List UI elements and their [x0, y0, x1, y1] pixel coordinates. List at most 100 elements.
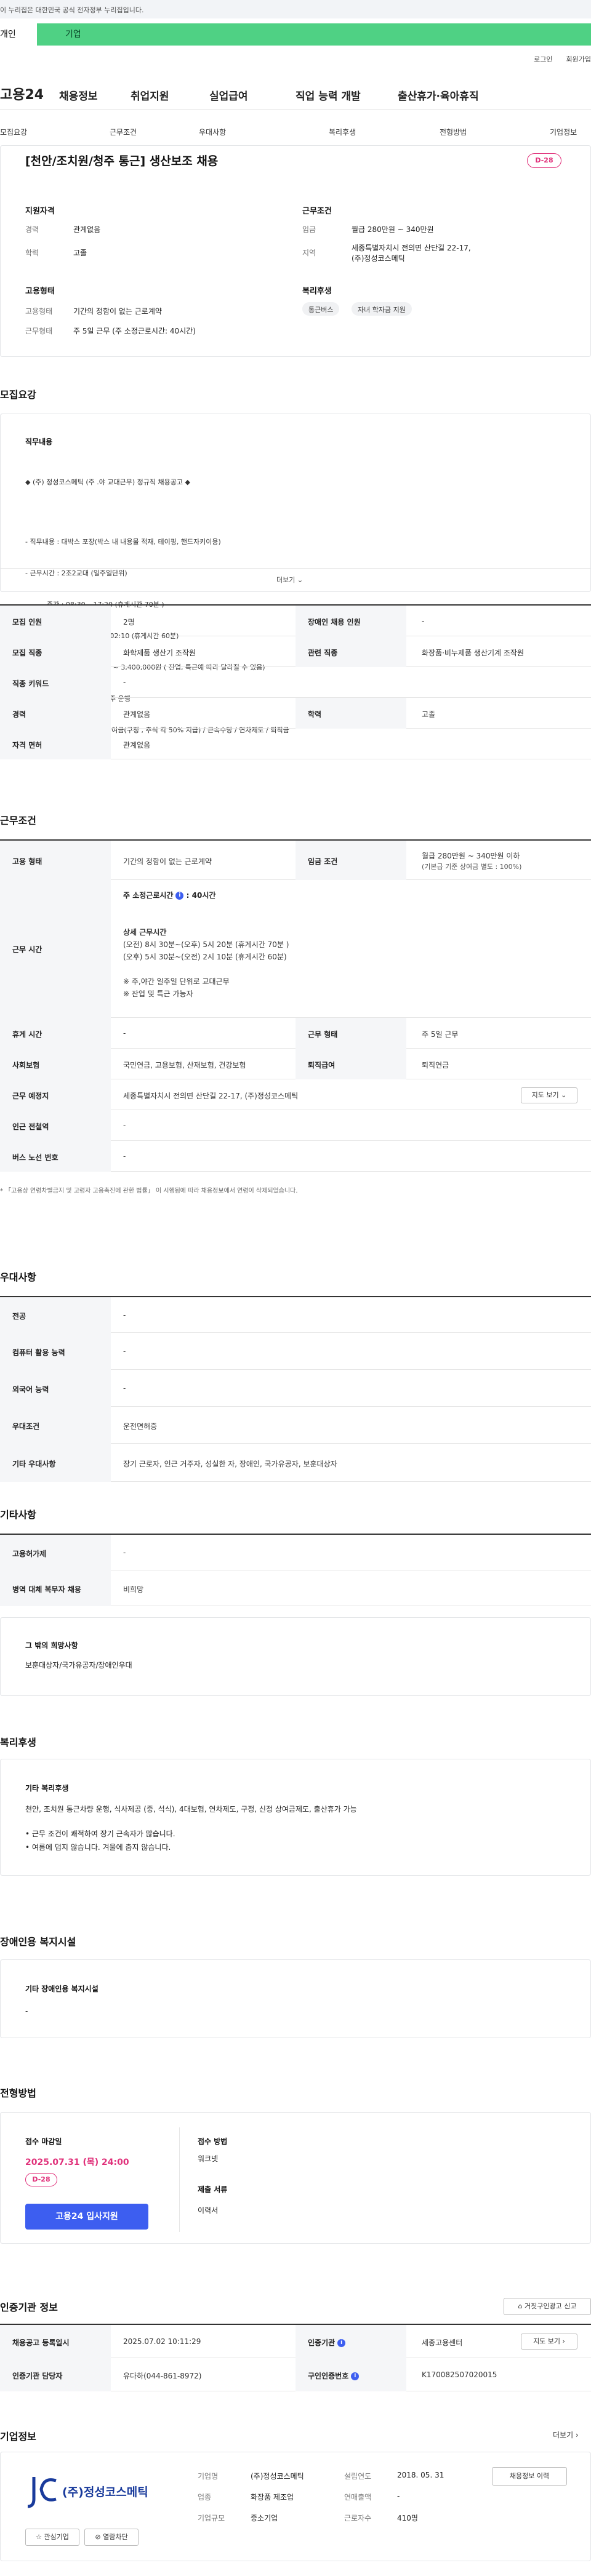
signup-link[interactable]: 회원가입 — [566, 55, 591, 63]
table-row: 모집 직종 화학제품 생산기 조작원 관련 직종 화장품·비누제품 생산기계 조… — [0, 636, 591, 667]
process-card: 접수 마감일 2025.07.31 (목) 24:00 D-28 고용24 입사… — [0, 2112, 591, 2244]
welfare-label: 복리후생 — [302, 287, 332, 296]
company-field-key: 기업명 — [198, 2472, 219, 2481]
company-field-key: 근로자수 — [344, 2514, 372, 2522]
gnb-item-jobs[interactable]: 채용정보 — [59, 87, 98, 103]
gnb-item-vocational-training[interactable]: 직업 능력 개발 — [296, 87, 361, 103]
table-cell: K170082507020015 — [422, 2370, 497, 2379]
welfare-chip: 자녀 학자금 지원 — [352, 302, 412, 316]
weekly-hours-value: : 40시간 — [186, 891, 216, 900]
table-cell: 화장품·비누제품 생산기계 조작원 — [422, 649, 525, 657]
tab-business[interactable]: 기업 — [37, 23, 591, 46]
company-card: (주)정성코스메틱 ☆ 관심기업 ⊘ 열람차단 기업명 (주)정성코스메틱 설립… — [0, 2452, 591, 2561]
table-header: 인증기관 담당자 — [12, 2372, 63, 2380]
info-icon[interactable]: i — [175, 892, 184, 900]
table-row: 직종 키워드 - — [0, 667, 591, 698]
hours-note: ※ 주,야간 일주일 단위로 교대근무 — [123, 977, 230, 986]
tab-personal[interactable]: 개인 — [0, 23, 37, 46]
table-cell: 장기 근로자, 인근 거주자, 성실한 자, 장애인, 국가유공자, 보훈대상자 — [123, 1460, 337, 1468]
table-row: 버스 노선 번호 - — [0, 1141, 591, 1172]
table-cell: - — [123, 1548, 126, 1557]
location-value: 세종특별자치시 전의면 산단길 22-17, (주)정성코스메틱 — [352, 244, 471, 263]
preference-section-title: 우대사항 — [0, 1271, 36, 1283]
company-field-value: 중소기업 — [251, 2514, 278, 2522]
tab-conditions[interactable]: 근무조건 — [110, 127, 137, 137]
more-button[interactable]: 더보기 ⌄ — [276, 575, 303, 585]
deadline-label: 접수 마감일 — [25, 2137, 62, 2146]
tab-recruit[interactable]: 모집요강 — [0, 127, 27, 137]
table-cell: (기본급 기준 상여금 별도 : 100%) — [422, 863, 522, 871]
career-key: 경력 — [25, 225, 39, 234]
global-nav: 고용24 채용정보 취업지원 실업급여 직업 능력 개발 출산휴가·육아휴직 — [0, 79, 591, 110]
table-row: 전공 - — [0, 1297, 591, 1333]
tab-welfare[interactable]: 복리후생 — [329, 127, 356, 137]
docs-value: 이력서 — [198, 2206, 219, 2215]
welfare-card: 기타 복리후생 천안, 조치원 통근차량 운행, 식사제공 (중, 석식), 4… — [0, 1759, 591, 1876]
company-field-value: 화장품 제조업 — [251, 2493, 294, 2502]
weekly-hours: 주 소정근로시간 i : 40시간 — [123, 890, 215, 900]
table-row: 병역 대체 복무자 채용 비희망 — [0, 1570, 591, 1606]
age-footnote: * 「고용상 연령차별금지 및 고령자 고용촉진에 관한 법률」 이 시행됨에 … — [0, 1188, 298, 1194]
other-table: 고용허가제 - 병역 대체 복무자 채용 비희망 — [0, 1534, 591, 1607]
method-value: 워크넷 — [198, 2154, 219, 2163]
duty-label: 직무내용 — [25, 438, 53, 446]
table-header: 학력 — [308, 710, 322, 719]
table-header: 기타 우대사항 — [12, 1460, 56, 1468]
table-row: 사회보험 국민연금, 고용보험, 산재보험, 건강보험 퇴직급여 퇴직연금 — [0, 1049, 591, 1079]
job-history-button[interactable]: 채용정보 이력 — [492, 2467, 567, 2486]
tab-process[interactable]: 전형방법 — [440, 127, 467, 137]
table-cell: 2025.07.02 10:11:29 — [123, 2337, 201, 2346]
more-label: 더보기 — [276, 576, 296, 584]
agency-map-button[interactable]: 지도 보기 › — [521, 2334, 577, 2350]
company-field-key: 업종 — [198, 2493, 212, 2502]
table-header: 전공 — [12, 1312, 26, 1321]
gnb-item-maternity-leave[interactable]: 출산휴가·육아휴직 — [398, 87, 479, 103]
table-header: 휴게 시간 — [12, 1030, 42, 1039]
conditions-label: 근무조건 — [302, 207, 332, 216]
report-fake-ad-button[interactable]: ⌂ 거짓구인광고 신고 — [504, 2298, 591, 2315]
hope-card: 그 밖의 희망사항 보훈대상자/국가유공자/장애인우대 — [0, 1617, 591, 1696]
detail-hours-line: (오후) 5시 30분~(오전) 2시 10분 (휴게시간 60분) — [123, 953, 287, 961]
info-icon[interactable]: i — [351, 2372, 360, 2380]
table-header: 관련 직종 — [308, 649, 338, 657]
gnb-item-employment-support[interactable]: 취업지원 — [131, 87, 169, 103]
table-row: 컴퓨터 활용 능력 - — [0, 1333, 591, 1370]
table-cell: 유다하(044-861-8972) — [123, 2372, 202, 2380]
favorite-company-button[interactable]: ☆ 관심기업 — [25, 2529, 79, 2546]
table-header: 채용공고 등록일시 — [12, 2338, 70, 2347]
block-company-button[interactable]: ⊘ 열람차단 — [84, 2529, 139, 2546]
education-value: 고졸 — [73, 249, 87, 257]
apply-button[interactable]: 고용24 입사지원 — [25, 2204, 148, 2230]
table-cell: 세종특별자치시 전의면 산단길 22-17, (주)정성코스메틱 — [123, 1092, 299, 1100]
company-field-value: 410명 — [397, 2514, 418, 2522]
company-field-value: - — [397, 2492, 400, 2500]
cert-section-title: 인증기관 정보 — [0, 2302, 58, 2313]
table-row: 우대조건 운전면허증 — [0, 1407, 591, 1444]
info-icon[interactable]: i — [337, 2339, 346, 2347]
table-cell: 관계없음 — [123, 710, 151, 719]
job-title: [천안/조치원/청주 통근] 생산보조 채용 — [25, 154, 219, 168]
education-key: 학력 — [25, 249, 39, 257]
tab-preference[interactable]: 우대사항 — [199, 127, 226, 137]
company-more-link[interactable]: 더보기 › — [553, 2430, 579, 2440]
table-cell: - — [123, 1311, 126, 1319]
disability-section-title: 장애인용 복지시설 — [0, 1936, 76, 1948]
login-link[interactable]: 로그인 — [534, 55, 552, 63]
map-button[interactable]: 지도 보기 ⌄ — [521, 1087, 577, 1103]
wage-key: 임금 — [302, 225, 316, 234]
career-value: 관계없음 — [73, 225, 101, 234]
site-logo[interactable]: 고용24 — [0, 84, 44, 103]
report-fake-ad-label: 거짓구인광고 신고 — [525, 2302, 577, 2310]
deadline-value: 2025.07.31 (목) 24:00 — [25, 2158, 129, 2167]
job-summary-card: [천안/조치원/청주 통근] 생산보조 채용 D-28 지원자격 경력 관계없음… — [0, 145, 591, 357]
table-header: 직종 키워드 — [12, 679, 49, 688]
conditions-table: 고용 형태 기간의 정함이 없는 근로계약 임금 조건 월급 280만원 ~ 3… — [0, 839, 591, 1202]
tab-company[interactable]: 기업정보 — [550, 127, 577, 137]
company-section-title: 기업정보 — [0, 2431, 36, 2442]
gnb-item-unemployment-benefit[interactable]: 실업급여 — [209, 87, 248, 103]
welfare-chip: 통근버스 — [302, 302, 340, 316]
recruit-section-title: 모집요강 — [0, 389, 36, 401]
table-cell: 운전면허증 — [123, 1422, 158, 1431]
table-header: 외국어 능력 — [12, 1385, 49, 1394]
table-header: 퇴직급여 — [308, 1061, 336, 1070]
